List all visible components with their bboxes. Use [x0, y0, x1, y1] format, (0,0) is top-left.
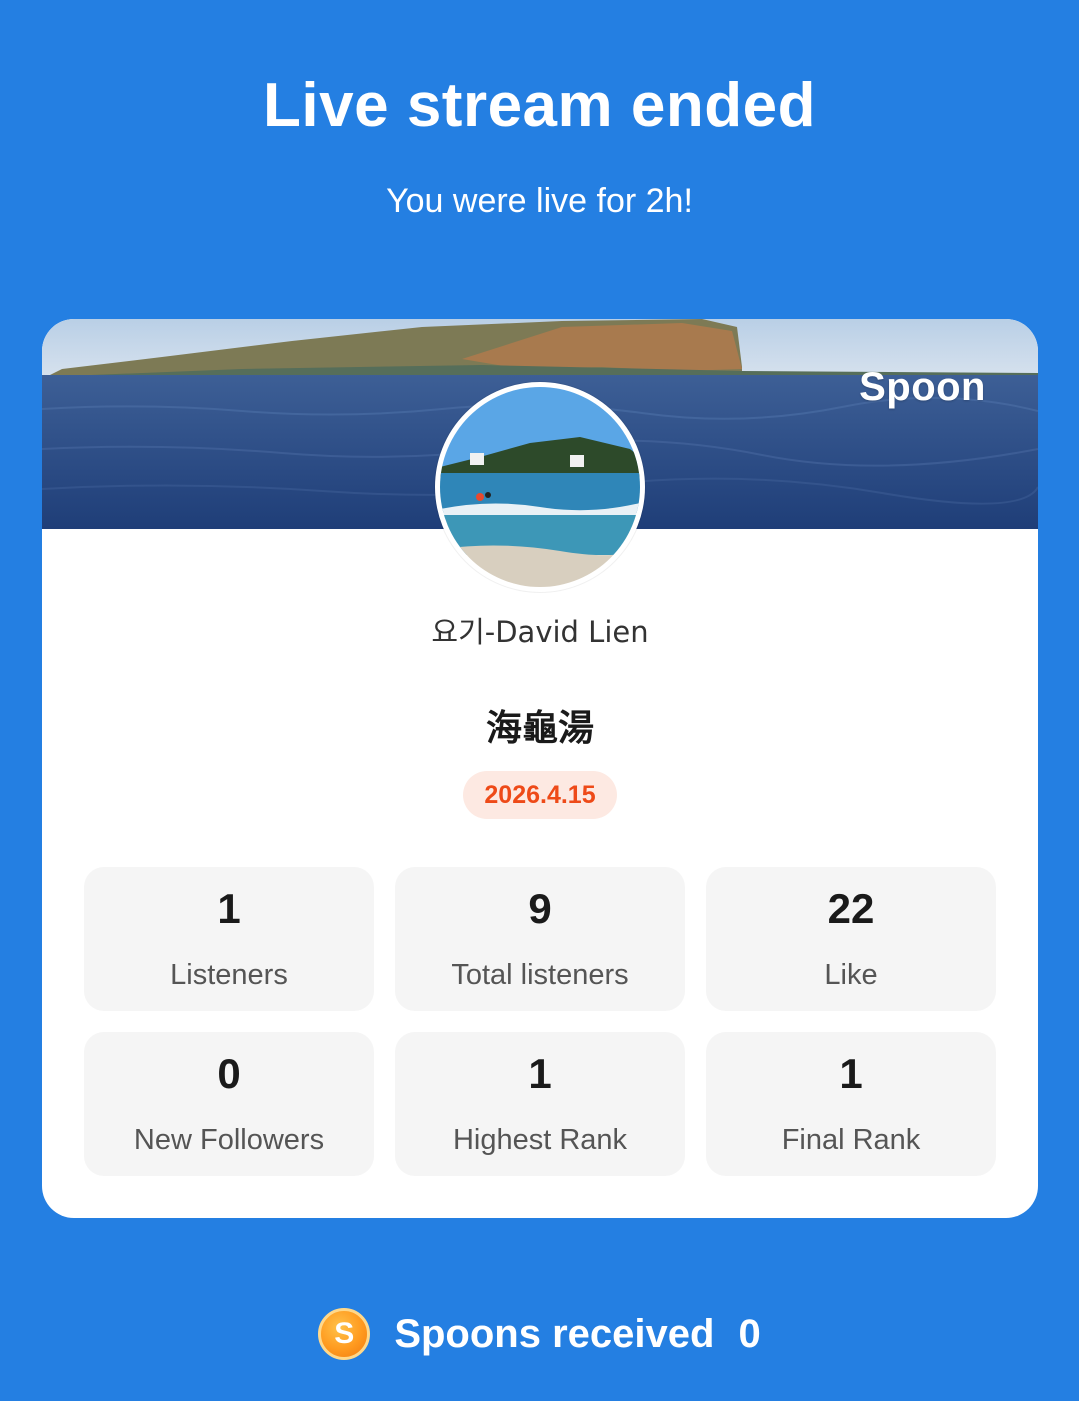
stat-value: 1	[839, 1050, 863, 1097]
stat-value: 9	[528, 885, 552, 932]
stat-total-listeners: 9 Total listeners	[395, 867, 685, 1011]
spoon-coin-icon: S	[318, 1308, 371, 1360]
avatar[interactable]	[435, 382, 645, 592]
date-badge: 2026.4.15	[463, 771, 617, 819]
stat-label: Like	[824, 959, 878, 991]
live-duration-text: You were live for 2h!	[386, 182, 693, 220]
stat-label: Final Rank	[781, 1124, 921, 1156]
stat-final-rank: 1 Final Rank	[706, 1032, 996, 1176]
page-title: Live stream ended	[263, 71, 816, 140]
spoon-brand-logo: Spoon	[859, 365, 986, 409]
stat-new-followers: 0 New Followers	[84, 1032, 374, 1176]
stat-label: New Followers	[133, 1124, 325, 1156]
stat-like: 22 Like	[706, 867, 996, 1011]
stat-label: Listeners	[170, 959, 288, 991]
stat-listeners: 1 Listeners	[84, 867, 374, 1011]
stat-value: 1	[528, 1050, 552, 1097]
spoons-received-row: S Spoons received 0	[0, 1306, 1079, 1362]
stream-summary-card: Spoon 요기-David Lien 海龜湯 2026.4.15 1 List…	[42, 319, 1038, 1218]
stat-label: Total listeners	[451, 959, 629, 991]
stat-highest-rank: 1 Highest Rank	[395, 1032, 685, 1176]
stat-value: 1	[217, 885, 241, 932]
stat-value: 22	[827, 885, 875, 932]
stat-label: Highest Rank	[452, 1124, 628, 1156]
spoons-received-count: 0	[738, 1311, 761, 1356]
room-title: 海龜湯	[485, 708, 594, 749]
spoons-received-label: Spoons received	[394, 1311, 715, 1356]
stat-value: 0	[217, 1050, 241, 1097]
host-username: 요기-David Lien	[431, 615, 649, 649]
